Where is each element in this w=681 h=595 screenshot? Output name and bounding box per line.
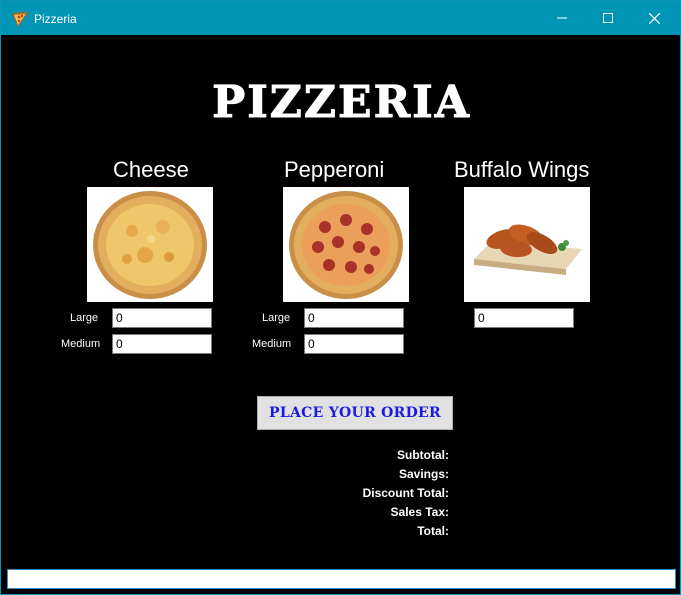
pepperoni-large-label: Large (262, 312, 291, 324)
close-icon (648, 12, 660, 24)
pizza-slice-icon (12, 12, 28, 27)
total-label: Total: (417, 524, 449, 538)
sales-tax-label: Sales Tax: (390, 505, 449, 519)
discount-total-label: Discount Total: (362, 486, 449, 500)
pepperoni-medium-input[interactable] (304, 334, 404, 354)
item-name-cheese: Cheese (113, 157, 189, 182)
minimize-icon (557, 17, 567, 19)
status-input[interactable] (7, 569, 676, 589)
cheese-pizza-image (87, 187, 213, 302)
place-order-button[interactable]: PLACE YOUR ORDER (257, 396, 453, 430)
subtotal-label: Subtotal: (397, 448, 449, 462)
cheese-large-input[interactable] (112, 308, 212, 328)
cheese-large-label: Large (70, 312, 99, 324)
cheese-medium-input[interactable] (112, 334, 212, 354)
place-order-label: PLACE YOUR ORDER (269, 405, 441, 421)
pepperoni-large-input[interactable] (304, 308, 404, 328)
window-title: Pizzeria (34, 12, 77, 26)
client-area: PIZZERIA Cheese Large Medium Pepperoni (6, 35, 677, 591)
title-bar[interactable]: Pizzeria (1, 1, 680, 35)
minimize-button[interactable] (539, 1, 585, 35)
page-title: PIZZERIA (212, 77, 471, 129)
pepperoni-medium-label: Medium (252, 338, 292, 350)
buffalo-wings-image (464, 187, 590, 302)
savings-label: Savings: (398, 467, 449, 481)
cheese-medium-label: Medium (61, 338, 101, 350)
item-name-pepperoni: Pepperoni (284, 157, 385, 182)
buffalo-wings-input[interactable] (474, 308, 574, 328)
app-window: Pizzeria PIZZERIA Cheese Large 0 Medium … (0, 0, 681, 595)
pepperoni-pizza-image (283, 187, 409, 302)
item-name-buffalo-wings: Buffalo Wings (454, 157, 590, 182)
close-button[interactable] (631, 1, 677, 35)
maximize-icon (603, 13, 613, 23)
maximize-button[interactable] (585, 1, 631, 35)
